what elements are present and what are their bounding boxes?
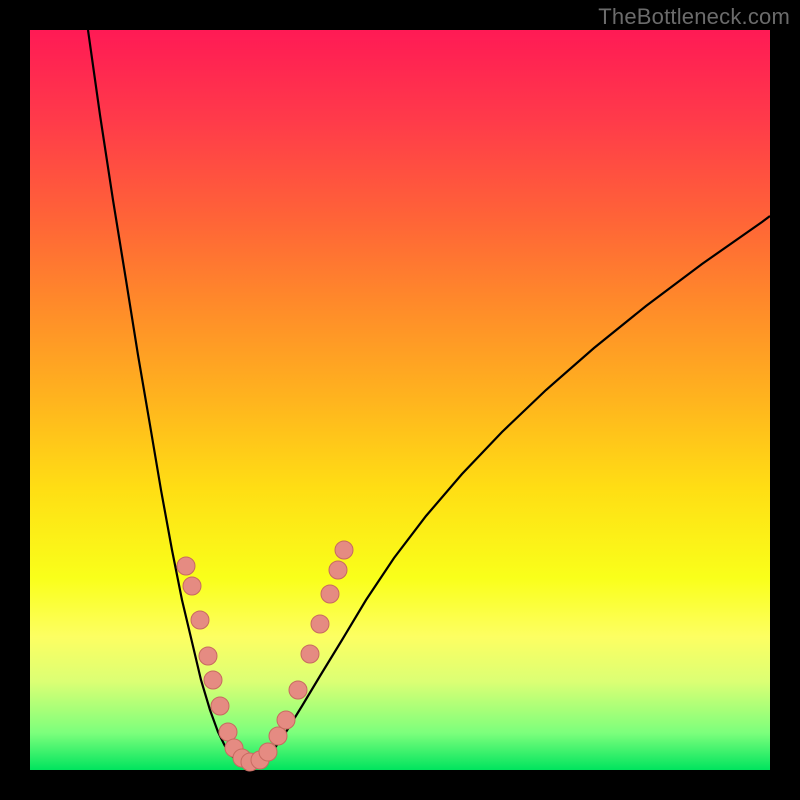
data-dot: [177, 557, 195, 575]
data-dots: [177, 541, 353, 771]
data-dot: [259, 743, 277, 761]
data-dot: [335, 541, 353, 559]
curve-overlay: [30, 30, 770, 770]
data-dot: [311, 615, 329, 633]
data-dot: [204, 671, 222, 689]
data-dot: [301, 645, 319, 663]
data-dot: [191, 611, 209, 629]
chart-frame: TheBottleneck.com: [0, 0, 800, 800]
data-dot: [277, 711, 295, 729]
data-dot: [289, 681, 307, 699]
plot-area: [30, 30, 770, 770]
data-dot: [183, 577, 201, 595]
data-dot: [219, 723, 237, 741]
data-dot: [321, 585, 339, 603]
curve-left: [88, 30, 250, 767]
watermark-text: TheBottleneck.com: [598, 4, 790, 30]
data-dot: [199, 647, 217, 665]
data-dot: [211, 697, 229, 715]
data-dot: [329, 561, 347, 579]
data-dot: [269, 727, 287, 745]
curve-right: [250, 216, 770, 767]
